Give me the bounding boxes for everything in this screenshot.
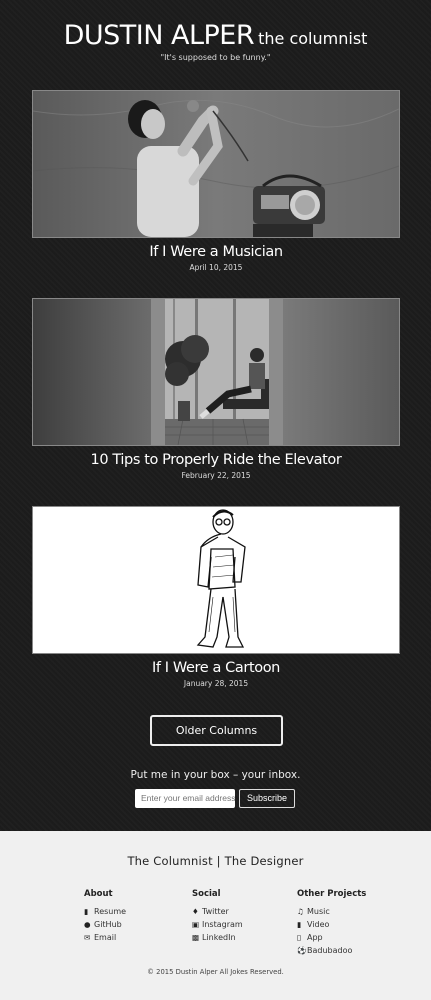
footer-link-resume[interactable]: ▮ Resume	[84, 905, 126, 918]
footer-link-github[interactable]: ● GitHub	[84, 918, 126, 931]
footer-link-email[interactable]: ✉ Email	[84, 931, 126, 944]
post-thumbnail[interactable]	[32, 506, 400, 654]
footer-column-other-projects: Other Projects ♫ Music ▮ Video ▯ App ⚽Badub…	[297, 889, 366, 957]
post-title[interactable]: If I Were a Musician	[32, 244, 400, 260]
footer-column-social: Social ♦ Twitter ▣ Instagram ▩ LinkedIn	[192, 889, 243, 944]
site-header: DUSTIN ALPER the columnist "It's supposed…	[0, 20, 431, 62]
post-title[interactable]: If I Were a Cartoon	[32, 660, 400, 676]
instagram-icon: ▣	[192, 920, 200, 929]
mobile-icon: ▯	[297, 933, 302, 942]
footer-link-app[interactable]: ▯ App	[297, 931, 366, 944]
footer-link-video[interactable]: ▮ Video	[297, 918, 366, 931]
footer-heading: Other Projects	[297, 889, 367, 899]
post-title[interactable]: 10 Tips to Properly Ride the Elevator	[32, 452, 400, 468]
site-name[interactable]: DUSTIN ALPER	[64, 20, 255, 51]
footer-heading: Social	[192, 889, 221, 899]
footer-link-linkedin[interactable]: ▩ LinkedIn	[192, 931, 243, 944]
post-date: January 28, 2015	[183, 679, 249, 688]
envelope-icon: ✉	[84, 933, 91, 942]
footer-link-instagram[interactable]: ▣ Instagram	[192, 918, 243, 931]
footer-heading: About	[84, 889, 113, 899]
footer-column-about: About ▮ Resume ● GitHub ✉ Email	[84, 889, 126, 944]
copyright: © 2015 Dustin Alper All Jokes Reserved.	[147, 968, 284, 976]
post-date: April 10, 2015	[189, 263, 243, 272]
footer-link-twitter[interactable]: ♦ Twitter	[192, 905, 243, 918]
site-subtitle: the columnist	[258, 29, 368, 48]
music-icon: ♫	[297, 907, 304, 916]
post-card: If I Were a Cartoon January 28, 2015	[32, 506, 400, 688]
footer-link-music[interactable]: ♫ Music	[297, 905, 366, 918]
elevator-photo-image	[33, 299, 399, 445]
twitter-icon: ♦	[192, 907, 199, 916]
site-title[interactable]: DUSTIN ALPER the columnist	[0, 20, 431, 51]
site-footer: The Columnist | The Designer About ▮ Resu…	[0, 831, 431, 1000]
video-icon: ▮	[297, 920, 302, 929]
footer-link-badubadoo[interactable]: ⚽Badubadoo	[297, 944, 366, 957]
github-icon: ●	[84, 920, 91, 929]
linkedin-icon: ▩	[192, 933, 200, 942]
subscribe-button[interactable]: Subscribe	[239, 789, 295, 808]
file-icon: ▮	[84, 907, 89, 916]
newsletter-text: Put me in your box – your inbox.	[130, 769, 301, 781]
post-card: If I Were a Musician April 10, 2015	[32, 90, 400, 272]
post-thumbnail[interactable]	[32, 90, 400, 238]
post-thumbnail[interactable]	[32, 298, 400, 446]
footer-title: The Columnist | The Designer	[127, 854, 304, 868]
post-card: 10 Tips to Properly Ride the Elevator Fe…	[32, 298, 400, 480]
post-date: February 22, 2015	[181, 471, 251, 480]
older-columns-button[interactable]: Older Columns	[150, 715, 283, 746]
soccer-ball-icon: ⚽	[297, 946, 307, 955]
musician-photo-image	[33, 91, 399, 237]
email-input[interactable]	[135, 789, 235, 808]
tagline: "It's supposed to be funny."	[160, 53, 271, 62]
cartoon-drawing-image	[33, 507, 399, 653]
